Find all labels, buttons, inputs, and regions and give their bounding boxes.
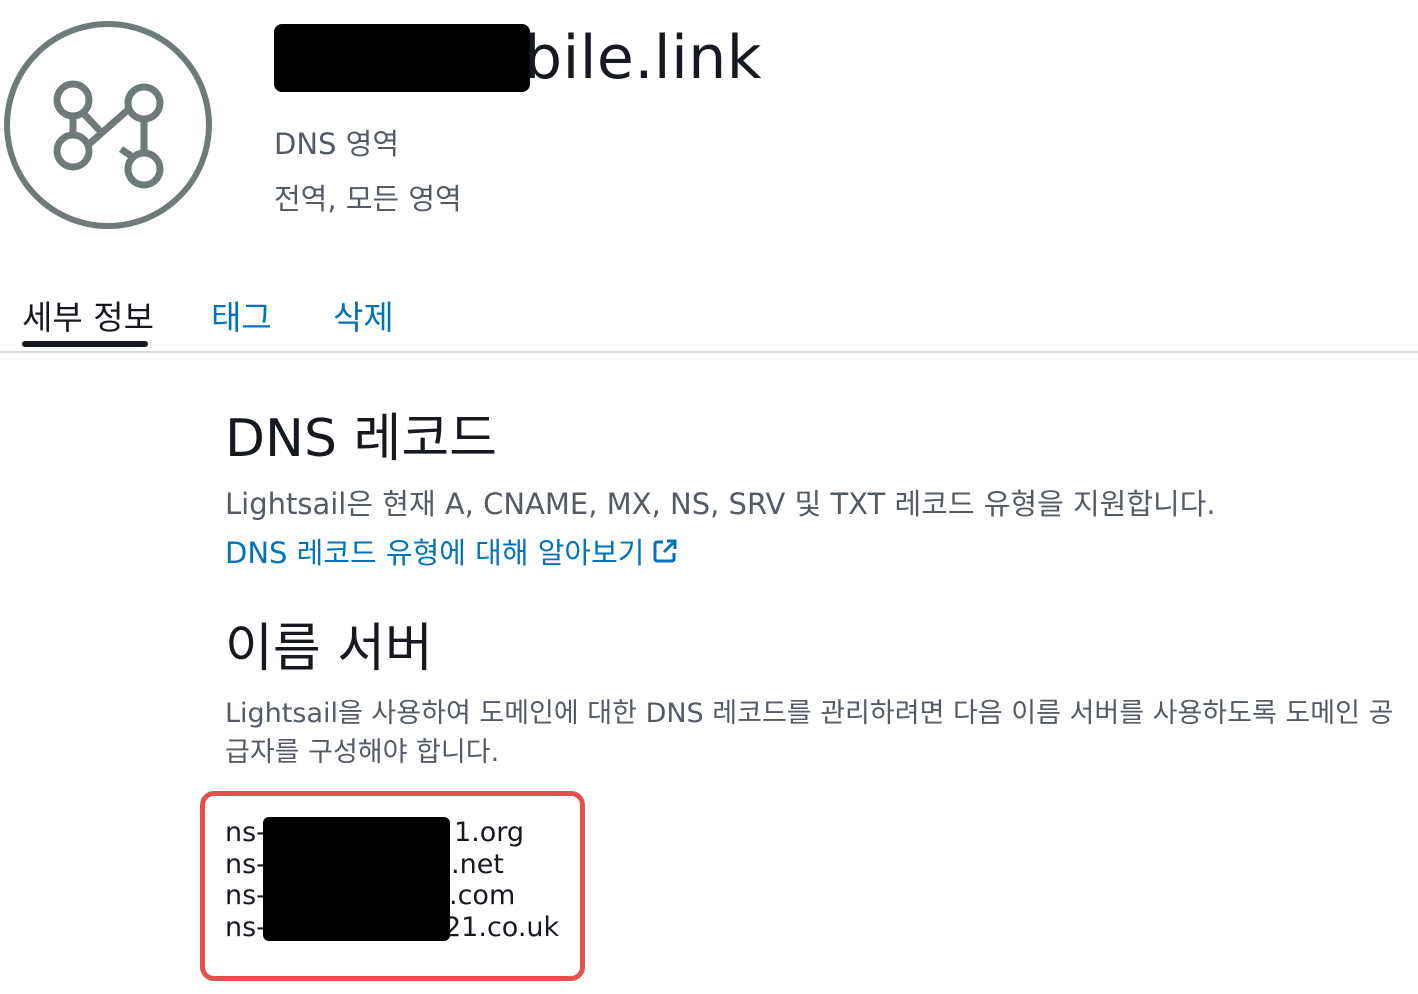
name-server-prefix: ns- <box>225 817 266 848</box>
active-tab-indicator <box>22 341 148 347</box>
main-content: DNS 레코드 Lightsail은 현재 A, CNAME, MX, NS, … <box>225 409 1415 772</box>
dns-zone-icon <box>4 21 212 229</box>
name-servers-description: Lightsail을 사용하여 도메인에 대한 DNS 레코드를 관리하려면 다… <box>225 698 1394 769</box>
redaction-block <box>274 24 530 92</box>
name-server-prefix: ns- <box>225 848 266 880</box>
name-server-suffix: .com <box>449 880 516 911</box>
redaction-block <box>263 817 450 941</box>
learn-link-label: DNS 레코드 유형에 대해 알아보기 <box>225 536 645 571</box>
name-server-suffix: 21.co.uk <box>444 911 560 943</box>
zone-scope: 전역, 모든 영역 <box>274 182 462 216</box>
tab-delete[interactable]: 삭제 <box>333 291 394 339</box>
tab-details[interactable]: 세부 정보 <box>22 291 154 339</box>
zone-type: DNS 영역 <box>274 127 400 161</box>
learn-dns-record-types-link[interactable]: DNS 레코드 유형에 대해 알아보기 <box>225 530 678 572</box>
external-link-icon <box>653 539 677 563</box>
name-server-prefix: ns- <box>225 880 266 911</box>
name-servers-heading: 이름 서버 <box>225 619 433 680</box>
dns-records-heading: DNS 레코드 <box>225 409 497 469</box>
zone-title-text: bile.link <box>524 23 763 93</box>
dns-records-description: Lightsail은 현재 A, CNAME, MX, NS, SRV 및 TX… <box>225 486 1216 521</box>
name-server-suffix: .net <box>451 848 504 880</box>
name-server-suffix: 1.org <box>454 817 525 848</box>
tab-bar: 세부 정보 태그 삭제 <box>0 285 1418 353</box>
zone-title: bile.link <box>274 18 762 98</box>
name-server-prefix: ns- <box>225 911 266 943</box>
tab-tags[interactable]: 태그 <box>211 291 272 339</box>
